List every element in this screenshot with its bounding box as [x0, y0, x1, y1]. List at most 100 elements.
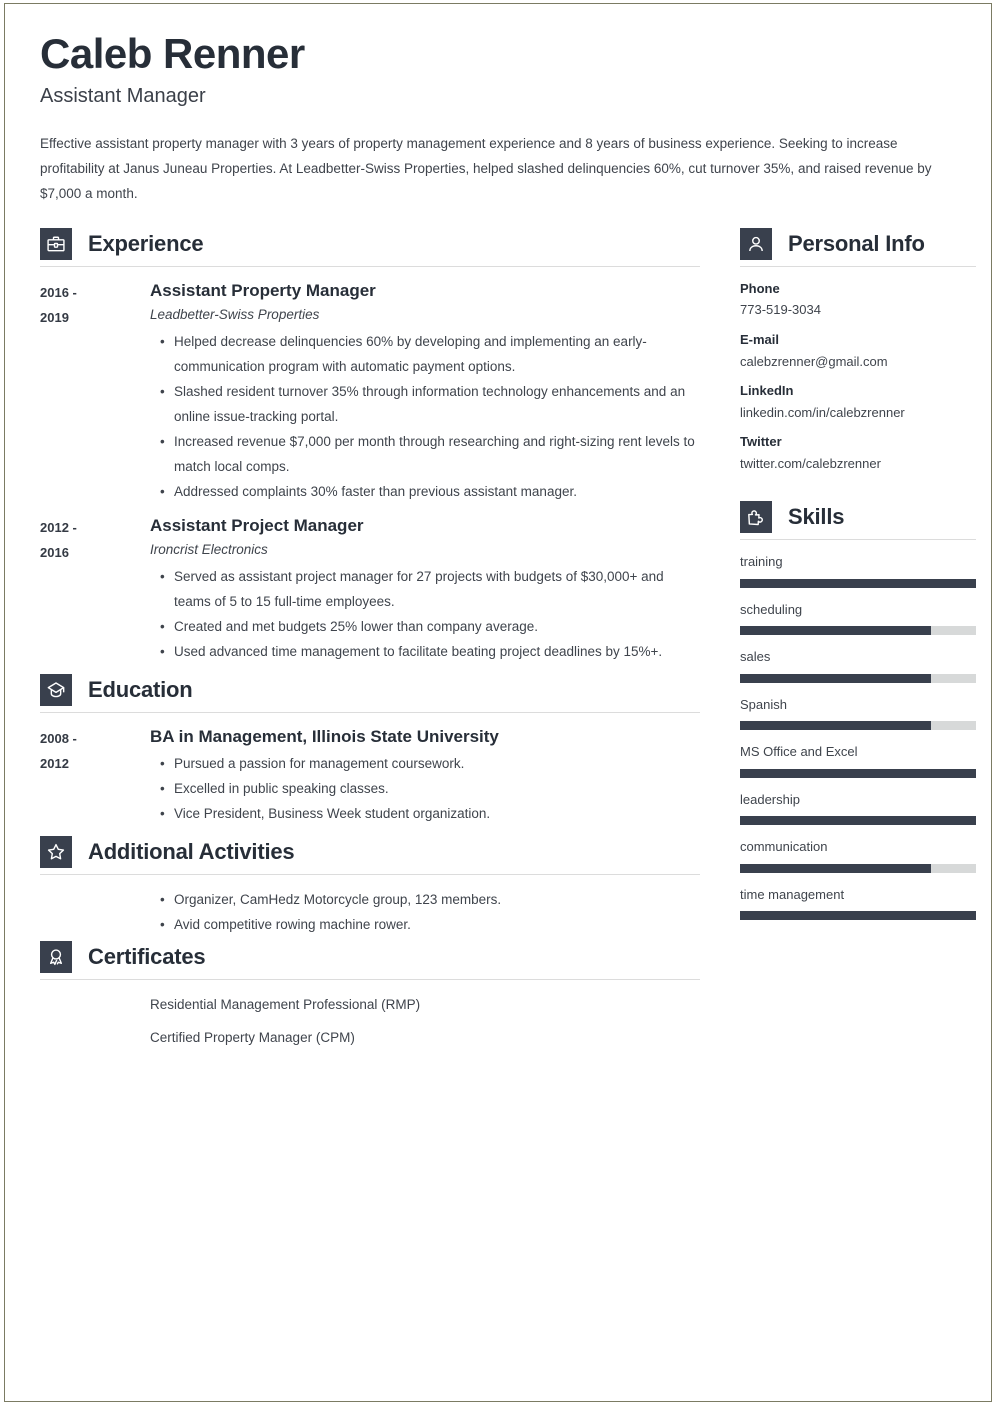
- date-line: 2012 -: [40, 519, 77, 535]
- skill-name: scheduling: [740, 601, 803, 617]
- skill-bar-track: [740, 911, 976, 921]
- date-line: 2016 -: [40, 284, 77, 300]
- puzzle-piece-icon: [740, 501, 772, 534]
- bullet-item: Pursued a passion for management coursew…: [160, 751, 700, 776]
- certificates-title: Certificates: [88, 943, 206, 969]
- field-value: calebzrenner@gmail.com: [740, 353, 888, 369]
- field-value: 773-519-3034: [740, 302, 821, 318]
- skill-name: leadership: [740, 791, 800, 807]
- section-experience: Experience 2016 - 2019 Assistant Propert…: [40, 227, 700, 664]
- experience-bullets: Served as assistant project manager for …: [150, 564, 700, 664]
- experience-organization: Leadbetter-Swiss Properties: [150, 307, 320, 323]
- experience-entry: 2012 - 2016 Assistant Project Manager Ir…: [40, 514, 700, 664]
- date-line: 2016: [40, 544, 69, 560]
- skill-name: MS Office and Excel: [740, 744, 858, 760]
- experience-role: Assistant Property Manager: [150, 280, 376, 300]
- education-degree: BA in Management, Illinois State Univers…: [150, 726, 499, 746]
- bullet-item: Created and met budgets 25% lower than c…: [160, 614, 700, 639]
- personal-info-title: Personal Info: [788, 230, 925, 256]
- skill-bar-track: [740, 578, 976, 588]
- professional-summary: Effective assistant property manager wit…: [40, 135, 932, 201]
- bullet-item: Organizer, CamHedz Motorcycle group, 123…: [160, 887, 700, 912]
- skill-bar-fill: [740, 768, 976, 778]
- section-personal-info: Personal Info Phone 773-519-3034 E-mail …: [740, 227, 976, 475]
- skills-rule: [740, 539, 976, 541]
- award-ribbon-icon: [40, 940, 72, 973]
- skill-name: communication: [740, 839, 828, 855]
- section-education: Education 2008 - 2012 BA in Management, …: [40, 673, 700, 826]
- education-rule: [40, 711, 700, 713]
- side-column: Personal Info Phone 773-519-3034 E-mail …: [740, 227, 976, 933]
- experience-entry-body: Assistant Property Manager Leadbetter-Sw…: [150, 279, 700, 504]
- skill-bar-track: [740, 816, 976, 826]
- additional-activities-heading: Additional Activities: [40, 835, 700, 874]
- briefcase-icon: [40, 227, 72, 260]
- experience-entry: 2016 - 2019 Assistant Property Manager L…: [40, 279, 700, 504]
- resume-page: Caleb Renner Assistant Manager Effective…: [0, 0, 996, 1406]
- experience-entry-dates: 2012 - 2016: [40, 514, 150, 664]
- body-columns: Experience 2016 - 2019 Assistant Propert…: [40, 227, 976, 1058]
- personal-info-heading: Personal Info: [740, 227, 976, 266]
- certificates-body: Residential Management Professional (RMP…: [40, 992, 700, 1050]
- skill-bar-fill: [740, 816, 976, 826]
- skill-bar-track: [740, 673, 976, 683]
- personal-info-field-email: E-mail calebzrenner@gmail.com: [740, 330, 976, 372]
- field-label: LinkedIn: [740, 382, 794, 398]
- person-icon: [740, 227, 772, 260]
- field-label: Phone: [740, 280, 780, 296]
- certificates-heading: Certificates: [40, 940, 700, 979]
- skill-item: sales: [740, 647, 976, 683]
- experience-rule: [40, 265, 700, 267]
- skill-item: MS Office and Excel: [740, 742, 976, 778]
- section-skills: Skills training scheduling sales Spanish…: [740, 501, 976, 921]
- bullet-item: Helped decrease delinquencies 60% by dev…: [160, 329, 700, 379]
- experience-entry-dates: 2016 - 2019: [40, 279, 150, 504]
- bullet-item: Used advanced time management to facilit…: [160, 639, 700, 664]
- skill-bar-fill: [740, 578, 976, 588]
- certificate-item: Certified Property Manager (CPM): [150, 1029, 355, 1045]
- field-value: twitter.com/calebzrenner: [740, 456, 881, 471]
- education-entry-dates: 2008 - 2012: [40, 725, 150, 826]
- experience-entry-body: Assistant Project Manager Ironcrist Elec…: [150, 514, 700, 664]
- additional-activities-body: Organizer, CamHedz Motorcycle group, 123…: [40, 887, 700, 937]
- skill-bar-fill: [740, 673, 932, 683]
- education-heading: Education: [40, 673, 700, 712]
- skill-bar-fill: [740, 721, 932, 731]
- additional-activities-rule: [40, 873, 700, 875]
- skill-bar-track: [740, 626, 976, 636]
- certificate-item: Residential Management Professional (RMP…: [150, 996, 421, 1012]
- additional-activities-title: Additional Activities: [88, 838, 295, 864]
- field-label: E-mail: [740, 331, 780, 347]
- section-additional-activities: Additional Activities Organizer, CamHedz…: [40, 835, 700, 937]
- skill-name: sales: [740, 649, 771, 665]
- experience-heading: Experience: [40, 227, 700, 266]
- skill-item: Spanish: [740, 695, 976, 731]
- bullet-item: Slashed resident turnover 35% through in…: [160, 379, 700, 429]
- personal-info-field-phone: Phone 773-519-3034: [740, 279, 976, 321]
- experience-title: Experience: [88, 230, 204, 256]
- bullet-item: Vice President, Business Week student or…: [160, 801, 700, 826]
- bullet-item: Served as assistant project manager for …: [160, 564, 700, 614]
- education-entry: 2008 - 2012 BA in Management, Illinois S…: [40, 725, 700, 826]
- candidate-name: Caleb Renner: [40, 30, 305, 77]
- additional-activities-bullets: Organizer, CamHedz Motorcycle group, 123…: [150, 887, 700, 937]
- field-label: Twitter: [740, 434, 782, 450]
- skill-item: leadership: [740, 790, 976, 826]
- certificates-rule: [40, 978, 700, 980]
- main-column: Experience 2016 - 2019 Assistant Propert…: [40, 227, 700, 1058]
- education-bullets: Pursued a passion for management coursew…: [150, 751, 700, 826]
- skill-name: time management: [740, 886, 845, 902]
- personal-info-field-linkedin: LinkedIn linkedin.com/in/calebzrenner: [740, 381, 976, 423]
- candidate-job-title: Assistant Manager: [40, 84, 206, 107]
- skill-bar-fill: [740, 911, 976, 921]
- personal-info-field-twitter: Twitter twitter.com/calebzrenner: [740, 432, 976, 474]
- bullet-item: Addressed complaints 30% faster than pre…: [160, 479, 700, 504]
- bullet-item: Increased revenue $7,000 per month throu…: [160, 429, 700, 479]
- experience-bullets: Helped decrease delinquencies 60% by dev…: [150, 329, 700, 504]
- skill-bar-track: [740, 721, 976, 731]
- personal-info-rule: [740, 265, 976, 267]
- skill-bar-fill: [740, 626, 932, 636]
- field-value: linkedin.com/in/calebzrenner: [740, 404, 905, 420]
- bullet-item: Excelled in public speaking classes.: [160, 776, 700, 801]
